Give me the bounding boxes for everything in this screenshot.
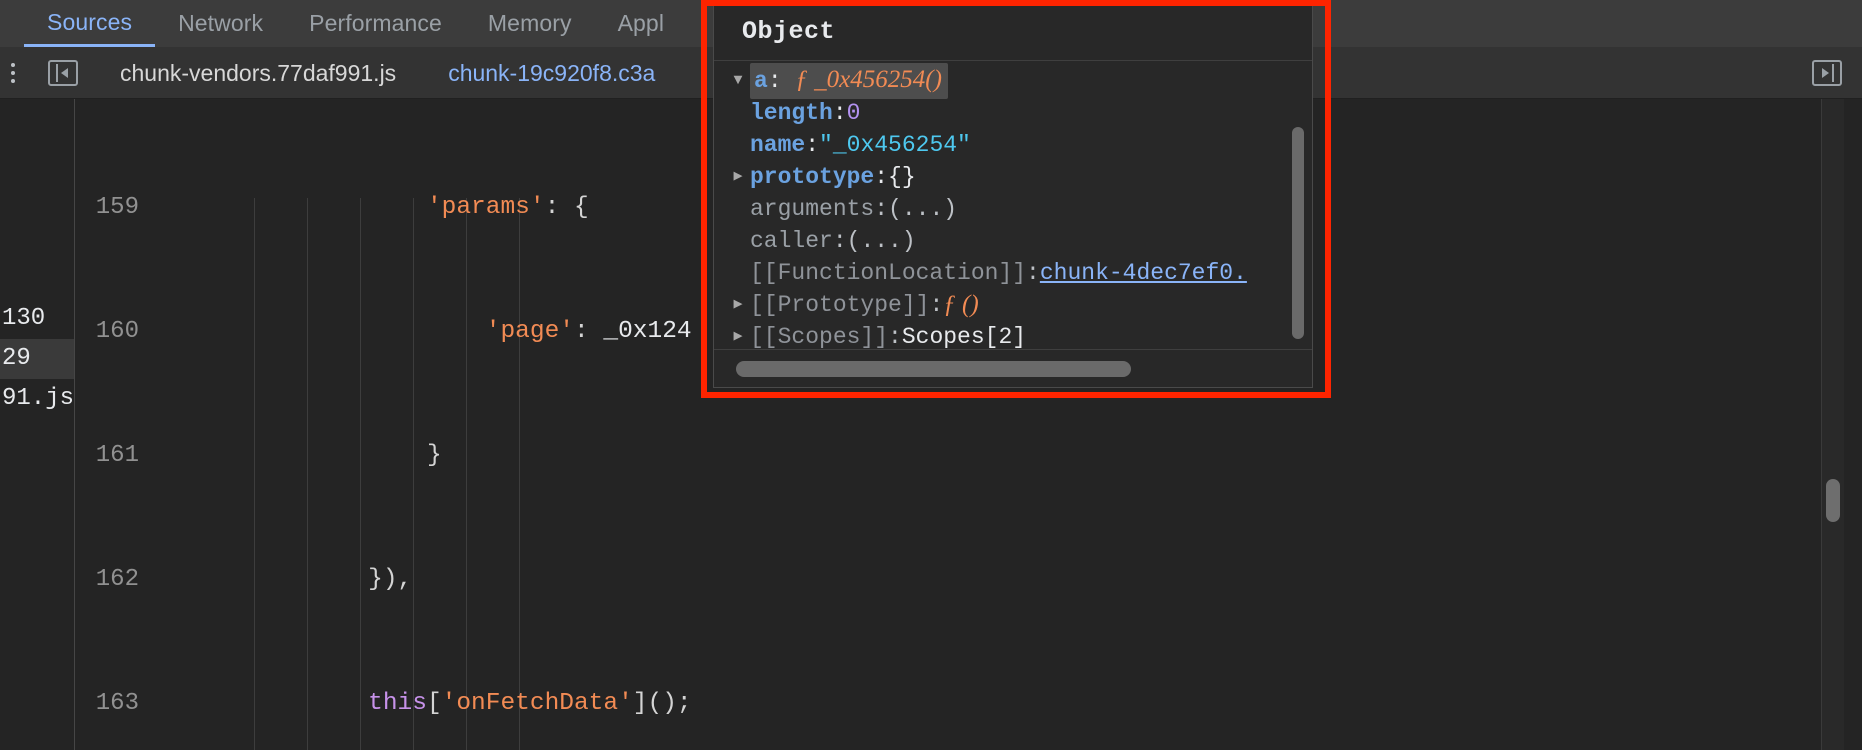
property-name: caller	[750, 228, 833, 254]
tab-application-label: Appl	[617, 10, 665, 36]
property-row-length[interactable]: ▶ length: 0	[714, 97, 1312, 129]
property-value: ƒ ()	[943, 291, 979, 318]
chevron-down-icon[interactable]: ▼	[726, 65, 750, 97]
property-row-prototype-internal[interactable]: ▶ [[Prototype]]: ƒ ()	[714, 289, 1312, 321]
code-line[interactable]: 163 this['onFetchData']();	[75, 688, 1862, 719]
tab-network-label: Network	[178, 10, 264, 36]
property-value[interactable]: (...)	[888, 193, 957, 225]
navigator-row[interactable]	[0, 259, 74, 299]
navigator-row[interactable]	[0, 139, 74, 179]
property-name: name	[750, 132, 806, 158]
file-tab-chunk-vendors-label: chunk-vendors.77daf991.js	[120, 59, 397, 86]
line-content: this['onFetchData']();	[368, 690, 692, 717]
line-number[interactable]: 161	[75, 440, 155, 471]
devtools-window: Sources Network Performance Memory Appl …	[0, 0, 1862, 750]
tab-network[interactable]: Network	[155, 0, 286, 47]
tab-memory[interactable]: Memory	[465, 0, 595, 47]
property-name: a	[754, 68, 768, 94]
file-tab-chunk-19c920f8-label: chunk-19c920f8.c3a	[448, 59, 656, 86]
popover-hscrollbar-thumb[interactable]	[736, 360, 1131, 377]
property-name: [[FunctionLocation]]	[750, 260, 1027, 286]
property-row-caller[interactable]: ▶ caller: (...)	[714, 225, 1312, 257]
more-options-icon[interactable]	[2, 47, 24, 99]
navigator-row[interactable]	[0, 99, 74, 139]
navigator-row[interactable]	[0, 179, 74, 219]
code-line[interactable]: 162 }),	[75, 564, 1862, 595]
file-tab-chunk-vendors[interactable]: chunk-vendors.77daf991.js	[94, 47, 422, 99]
navigator-row-29[interactable]: 29	[0, 339, 74, 379]
tab-sources-label: Sources	[47, 8, 133, 35]
popover-property-list[interactable]: ▼ a: ƒ _0x456254() ▶ length: 0 ▶ name: "…	[714, 61, 1312, 351]
tab-application[interactable]: Appl	[595, 0, 687, 47]
property-row-functionlocation[interactable]: ▶ [[FunctionLocation]]: chunk-4dec7ef0.	[714, 257, 1312, 289]
tab-performance[interactable]: Performance	[286, 0, 465, 47]
property-value[interactable]: (...)	[847, 225, 916, 257]
tab-memory-label: Memory	[487, 10, 572, 36]
property-row-a[interactable]: ▼ a: ƒ _0x456254()	[714, 63, 1312, 99]
function-location-link[interactable]: chunk-4dec7ef0.	[1040, 257, 1247, 289]
chevron-right-icon[interactable]: ▶	[726, 289, 750, 321]
property-value: "_0x456254"	[819, 132, 971, 158]
chevron-right-icon[interactable]: ▶	[726, 161, 750, 193]
line-number[interactable]: 162	[75, 564, 155, 595]
object-popover[interactable]: Object ▼ a: ƒ _0x456254() ▶ length: 0 ▶ …	[713, 2, 1313, 388]
line-content: }	[177, 442, 442, 469]
property-name: arguments	[750, 196, 875, 222]
popover-vscrollbar-thumb[interactable]	[1292, 127, 1304, 339]
property-name: prototype	[750, 164, 875, 190]
chevron-right-icon[interactable]: ▶	[726, 321, 750, 351]
code-line[interactable]: 161 }	[75, 440, 1862, 471]
line-number[interactable]: 160	[75, 316, 155, 347]
property-name: [[Prototype]]	[750, 292, 930, 318]
navigator-row-130[interactable]: 130	[0, 299, 74, 339]
tab-sources[interactable]: Sources	[24, 0, 156, 47]
tab-performance-label: Performance	[309, 10, 442, 36]
property-value: 0	[846, 100, 861, 126]
property-value: Scopes[2]	[901, 324, 1027, 350]
popover-horizontal-scrollbar[interactable]	[714, 349, 1312, 387]
navigator-strip: 130 29 91.js	[0, 99, 75, 750]
show-navigator-icon[interactable]	[48, 59, 78, 86]
line-content: }),	[177, 566, 413, 593]
popover-vertical-scrollbar[interactable]	[1290, 127, 1306, 349]
show-debugger-sidebar-icon[interactable]	[1812, 59, 1842, 86]
property-row-name[interactable]: ▶ name: "_0x456254"	[714, 129, 1312, 161]
navigator-row-91js[interactable]: 91.js	[0, 379, 74, 419]
property-value: ƒ _0x456254()	[795, 66, 942, 93]
property-value: {}	[888, 164, 916, 190]
property-row-scopes[interactable]: ▶ [[Scopes]]: Scopes[2]	[714, 321, 1312, 351]
editor-scrollbar-thumb[interactable]	[1826, 479, 1840, 522]
property-row-prototype[interactable]: ▶ prototype: {}	[714, 161, 1312, 193]
navigator-row[interactable]	[0, 219, 74, 259]
file-tab-chunk-19c920f8[interactable]: chunk-19c920f8.c3a	[422, 47, 681, 99]
line-number[interactable]: 163	[75, 688, 155, 719]
property-name-value: a: ƒ _0x456254()	[750, 63, 948, 99]
property-row-arguments[interactable]: ▶ arguments: (...)	[714, 193, 1312, 225]
property-name: [[Scopes]]	[750, 324, 889, 350]
property-name: length	[750, 100, 833, 126]
popover-title: Object	[714, 3, 1312, 61]
line-number[interactable]: 159	[75, 192, 155, 223]
